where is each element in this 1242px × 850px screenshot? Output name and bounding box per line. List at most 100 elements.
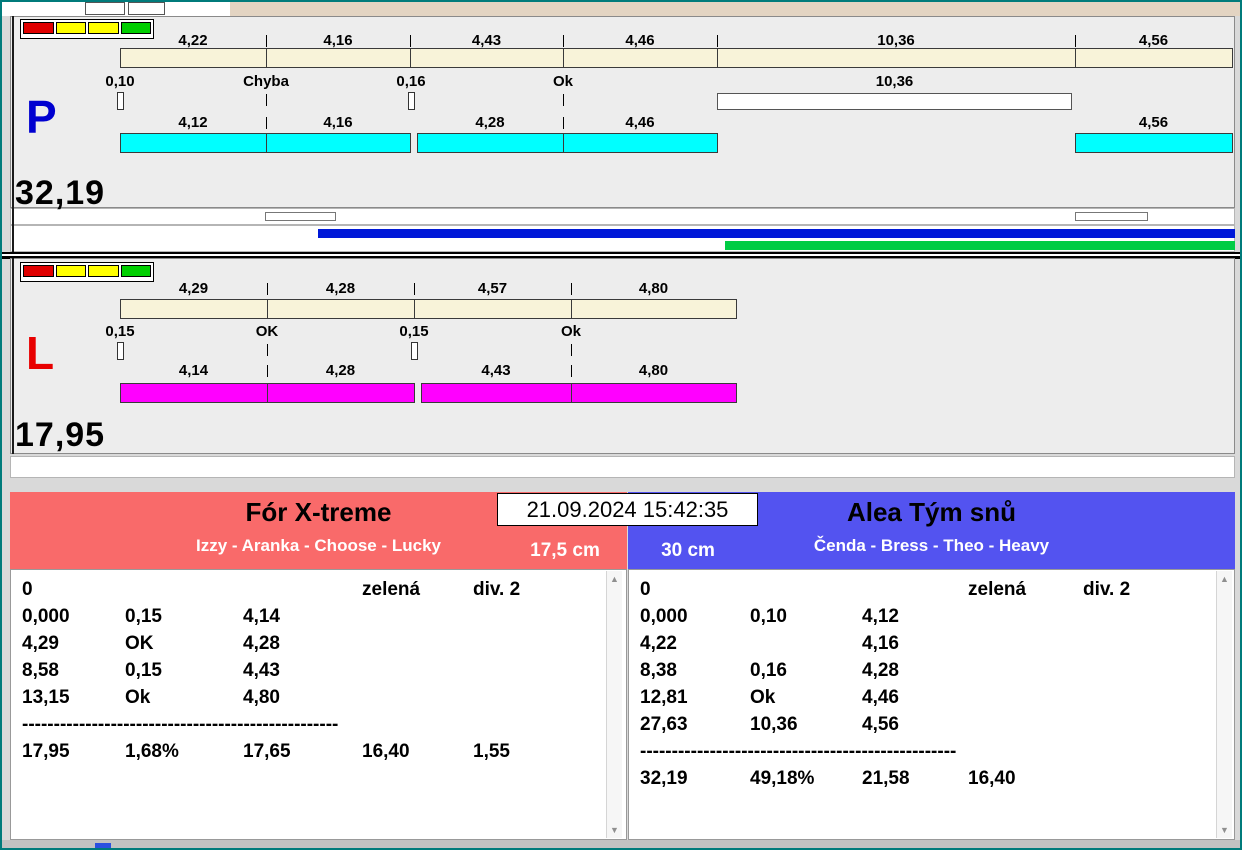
segment-tick (267, 365, 268, 377)
table-scrollbar-right[interactable]: ▲ ▼ (1216, 571, 1232, 838)
background-window-tab (128, 2, 165, 15)
lane-total-l: 17,95 (15, 416, 106, 454)
bottom-strip (2, 840, 1240, 848)
time-segment (571, 299, 737, 319)
result-cell: 4,56 (862, 714, 899, 735)
dog-time-segment (266, 133, 411, 153)
photocell-indicator (265, 212, 336, 221)
start-lights (20, 262, 154, 282)
segment-tick (571, 283, 572, 295)
segment-tick (717, 35, 718, 47)
dog-time-label: 4,12 (178, 114, 208, 131)
result-cell: zelená (362, 579, 421, 600)
dog-time-label: 4,80 (638, 362, 669, 379)
result-cell: 49,18% (750, 768, 815, 789)
result-cell: 0,16 (750, 660, 787, 681)
timing-app-window: Fór X-treme Izzy - Aranka - Choose - Luc… (0, 0, 1242, 850)
time-segment (266, 48, 411, 68)
table-scrollbar-left[interactable]: ▲ ▼ (606, 571, 622, 838)
blue-progress-bar (318, 229, 1235, 238)
time-segment (267, 299, 415, 319)
green-progress-bar (725, 241, 1235, 250)
start-light (88, 265, 119, 277)
time-segment (1075, 48, 1233, 68)
background-window-strip (2, 2, 1240, 16)
result-cell: OK (125, 633, 154, 654)
results-table-right (628, 569, 1235, 840)
start-lights (20, 19, 154, 39)
scroll-up-icon[interactable]: ▲ (607, 574, 622, 584)
segment-tick (563, 117, 564, 129)
team-members-right: Čenda - Bress - Theo - Heavy (813, 535, 1050, 555)
split-time-label: 10,36 (877, 32, 915, 49)
gate-marker (117, 92, 124, 110)
gate-marker (117, 342, 124, 360)
dog-time-label: 4,43 (481, 362, 511, 379)
mark-label: Chyba (243, 73, 289, 90)
dog-time-label: 4,56 (1138, 114, 1169, 131)
scroll-up-icon[interactable]: ▲ (1217, 574, 1232, 584)
result-cell: 0,15 (125, 606, 162, 627)
time-segment (563, 48, 718, 68)
split-time-label: 4,16 (323, 32, 353, 49)
rerun-band (717, 93, 1072, 110)
photocell-row (10, 208, 1235, 225)
result-cell: 21,58 (862, 768, 910, 789)
segment-tick (571, 365, 572, 377)
dog-time-label: 4,16 (323, 114, 353, 131)
dog-time-label: 4,28 (475, 114, 505, 131)
result-cell: 16,40 (362, 741, 410, 762)
result-cell: 1,68% (125, 741, 179, 762)
mark-label: Ok (552, 73, 574, 90)
result-cell: 4,46 (862, 687, 899, 708)
result-cell: 4,80 (243, 687, 280, 708)
gate-marker (408, 92, 415, 110)
gate-marker (411, 342, 418, 360)
background-window-tab (85, 2, 125, 15)
split-time-label: 4,43 (471, 32, 502, 49)
separator-dashes: ----------------------------------------… (22, 714, 339, 735)
result-cell: 27,63 (640, 714, 688, 735)
result-cell: 4,29 (22, 633, 59, 654)
split-time-label: 4,28 (325, 280, 356, 297)
result-cell: 0 (640, 579, 651, 600)
dog-time-label: 4,14 (178, 362, 209, 379)
result-cell: 0 (22, 579, 33, 600)
dog-time-label: 4,46 (625, 114, 655, 131)
lane-letter-l: L (26, 327, 55, 379)
segment-tick (414, 283, 415, 295)
result-cell: 4,28 (243, 633, 280, 654)
scroll-down-icon[interactable]: ▼ (1217, 825, 1232, 835)
mark-label: 0,10 (105, 73, 135, 90)
result-cell: 4,28 (862, 660, 899, 681)
start-light (55, 22, 86, 34)
result-cell: 12,81 (640, 687, 688, 708)
separator-dashes: ----------------------------------------… (640, 741, 957, 762)
segment-tick (266, 117, 267, 129)
dog-time-segment (120, 383, 268, 403)
scroll-down-icon[interactable]: ▼ (607, 825, 622, 835)
panel-left-edge (12, 16, 14, 252)
mark-label: 0,15 (105, 323, 135, 340)
split-time-label: 4,80 (638, 280, 669, 297)
jump-height-left: 17,5 cm (530, 540, 600, 561)
segment-tick (267, 283, 268, 295)
result-cell: 0,000 (22, 606, 70, 627)
dog-time-segment (571, 383, 737, 403)
result-cell: div. 2 (473, 579, 521, 600)
start-light (120, 22, 151, 34)
result-cell: 4,12 (862, 606, 899, 627)
result-cell: 8,38 (640, 660, 677, 681)
lane-total-p: 32,19 (15, 174, 106, 212)
mark-label: 0,15 (399, 323, 429, 340)
dog-time-segment (421, 383, 572, 403)
fault-tick (266, 94, 267, 106)
results-table-left (10, 569, 627, 840)
start-light (23, 22, 54, 34)
time-segment (120, 299, 268, 319)
time-segment (120, 48, 267, 68)
start-light (88, 22, 119, 34)
mark-label: 10,36 (875, 73, 914, 90)
taskbar-fragment (95, 843, 111, 848)
mark-label: OK (255, 323, 279, 340)
